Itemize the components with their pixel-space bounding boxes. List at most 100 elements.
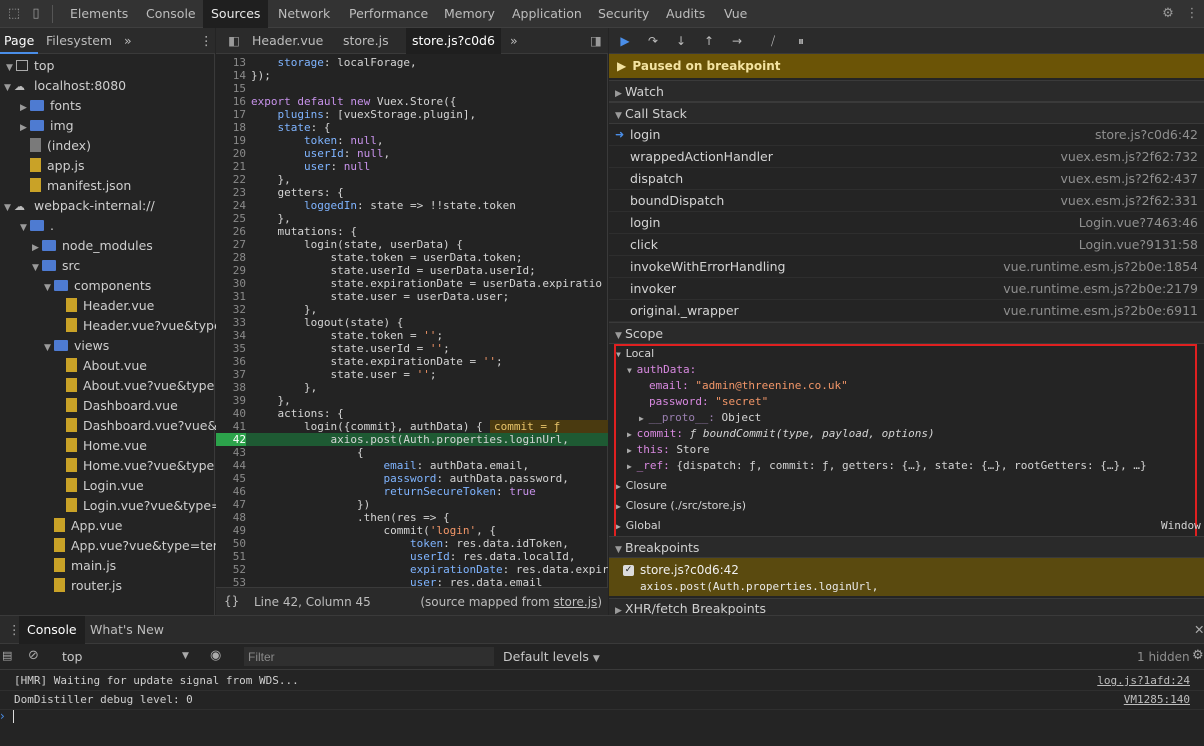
breakpoint-item[interactable]: ✓ store.js?c0d6:42 axios.post(Auth.prope… [609, 558, 1204, 596]
tree-item[interactable]: Login.vue [56, 476, 144, 496]
expanded-triangle-icon[interactable]: ▼ [32, 258, 42, 278]
line-number[interactable]: 23 [216, 186, 246, 199]
breakpoints-section-header[interactable]: ▼ Breakpoints [609, 536, 1204, 558]
code-line[interactable]: 38 }, [216, 381, 608, 394]
code-line[interactable]: 16 export default new Vuex.Store({ [216, 95, 608, 108]
code-line[interactable]: 33 logout(state) { [216, 316, 608, 329]
step-icon[interactable]: → [729, 33, 745, 49]
tree-item[interactable]: ▼ src [32, 256, 80, 276]
tree-item[interactable]: ▼ components [44, 276, 151, 296]
console-message-source[interactable]: VM1285:140 [1124, 691, 1190, 709]
tree-item[interactable]: ▼ ☁ webpack-internal:// [4, 196, 155, 216]
code-line[interactable]: 20 userId: null, [216, 147, 608, 160]
line-number[interactable]: 27 [216, 238, 246, 251]
source-mapped-link[interactable]: store.js [554, 595, 598, 609]
call-frame[interactable]: boundDispatch vuex.esm.js?2f62:331 [609, 190, 1204, 212]
line-number[interactable]: 20 [216, 147, 246, 160]
drawer-tab-console[interactable]: Console [19, 616, 85, 644]
console-prompt-caret[interactable] [13, 710, 14, 723]
deactivate-breakpoints-icon[interactable]: ⧸ [765, 33, 781, 49]
code-line[interactable]: 14}); [216, 69, 608, 82]
line-number[interactable]: 30 [216, 277, 246, 290]
scope-local[interactable]: ▼ Local [616, 346, 654, 362]
line-number[interactable]: 26 [216, 225, 246, 238]
code-line[interactable]: 32 }, [216, 303, 608, 316]
line-number[interactable]: 37 [216, 368, 246, 381]
device-toolbar-icon[interactable]: ▯ [28, 6, 44, 22]
code-line[interactable]: 18 state: { [216, 121, 608, 134]
code-line[interactable]: 53 user: res.data.email [216, 576, 608, 587]
code-line[interactable]: 19 token: null, [216, 134, 608, 147]
tree-item[interactable]: ▼ top [6, 56, 54, 76]
console-sidebar-icon[interactable]: ▤ [2, 649, 12, 662]
code-line[interactable]: 36 state.expirationDate = ''; [216, 355, 608, 368]
line-number[interactable]: 53 [216, 576, 246, 587]
tree-item[interactable]: Home.vue [56, 436, 147, 456]
line-number[interactable]: 28 [216, 251, 246, 264]
code-line[interactable]: 44 email: authData.email, [216, 459, 608, 472]
line-number[interactable]: 31 [216, 290, 246, 303]
call-frame[interactable]: invokeWithErrorHandling vue.runtime.esm.j… [609, 256, 1204, 278]
scope-section-header[interactable]: ▼ Scope [609, 322, 1204, 344]
tree-item[interactable]: App.vue [44, 516, 122, 536]
tab-application[interactable]: Application [504, 0, 590, 28]
line-number[interactable]: 14 [216, 69, 246, 82]
console-filter-input[interactable] [244, 647, 494, 666]
expanded-triangle-icon[interactable]: ▼ [6, 58, 16, 78]
tab-sources[interactable]: Sources [203, 0, 269, 28]
tab-memory[interactable]: Memory [436, 0, 503, 28]
code-line[interactable]: 15 [216, 82, 608, 95]
pretty-print-icon[interactable]: {} [224, 594, 239, 608]
tree-item[interactable]: Dashboard.vue [56, 396, 178, 416]
tree-item[interactable]: About.vue?vue&type [56, 376, 214, 396]
line-number[interactable]: 49 [216, 524, 246, 537]
tab-page[interactable]: Page [0, 28, 39, 54]
tree-item[interactable]: Login.vue?vue&type= [56, 496, 222, 516]
tab-audits[interactable]: Audits [658, 0, 713, 28]
more-tabs-chevron-icon[interactable]: » [120, 28, 136, 54]
call-frame[interactable]: invoker vue.runtime.esm.js?2b0e:2179 [609, 278, 1204, 300]
tree-item[interactable]: ▶ node_modules [32, 236, 153, 256]
more-editor-tabs-chevron-icon[interactable]: » [504, 28, 524, 54]
code-line[interactable]: 29 state.userId = userData.userId; [216, 264, 608, 277]
expanded-triangle-icon[interactable]: ▼ [4, 198, 14, 218]
line-number[interactable]: 24 [216, 199, 246, 212]
scope-proto[interactable]: ▶ __proto__: Object [639, 410, 761, 426]
call-frame[interactable]: dispatch vuex.esm.js?2f62:437 [609, 168, 1204, 190]
code-line[interactable]: 43 { [216, 446, 608, 459]
code-line[interactable]: 52 expirationDate: res.data.expir [216, 563, 608, 576]
code-line[interactable]: 37 state.user = ''; [216, 368, 608, 381]
tree-item[interactable]: Header.vue [56, 296, 154, 316]
tree-item[interactable]: ▼ views [44, 336, 109, 356]
resume-icon[interactable]: ▶ [617, 33, 633, 49]
clear-console-icon[interactable]: ⊘ [28, 648, 39, 663]
line-number[interactable]: 43 [216, 446, 246, 459]
line-number[interactable]: 51 [216, 550, 246, 563]
context-dropdown-chevron-icon[interactable]: ▼ [182, 651, 189, 661]
tree-item[interactable]: main.js [44, 556, 116, 576]
tab-vue[interactable]: Vue [716, 0, 755, 28]
tree-item[interactable]: Header.vue?vue&type [56, 316, 222, 336]
scope-ref[interactable]: ▶ _ref: {dispatch: ƒ, commit: ƒ, getters… [627, 458, 1147, 474]
code-line[interactable]: 40 actions: { [216, 407, 608, 420]
line-number[interactable]: 44 [216, 459, 246, 472]
line-number[interactable]: 47 [216, 498, 246, 511]
scope-closure[interactable]: ▶ Closure [616, 478, 667, 494]
scope-global[interactable]: ▶ Global [616, 518, 661, 534]
line-number[interactable]: 50 [216, 537, 246, 550]
settings-gear-icon[interactable]: ⚙ [1160, 6, 1176, 22]
line-number[interactable]: 35 [216, 342, 246, 355]
execution-line[interactable]: 42 axios.post(Auth.properties.loginUrl, [216, 433, 608, 446]
tree-item[interactable]: ▼. [20, 216, 54, 236]
line-number[interactable]: 52 [216, 563, 246, 576]
tree-item[interactable]: ▶ img [20, 116, 74, 136]
tab-filesystem[interactable]: Filesystem [42, 28, 116, 54]
code-line[interactable]: 31 state.user = userData.user; [216, 290, 608, 303]
breakpoint-checkbox[interactable]: ✓ [623, 565, 634, 576]
line-number[interactable]: 25 [216, 212, 246, 225]
console-message-source[interactable]: log.js?1afd:24 [1097, 672, 1190, 690]
line-number[interactable]: 40 [216, 407, 246, 420]
more-menu-icon[interactable]: ⋮ [1184, 6, 1200, 22]
line-number[interactable]: 48 [216, 511, 246, 524]
scope-this[interactable]: ▶ this: Store [627, 442, 710, 458]
